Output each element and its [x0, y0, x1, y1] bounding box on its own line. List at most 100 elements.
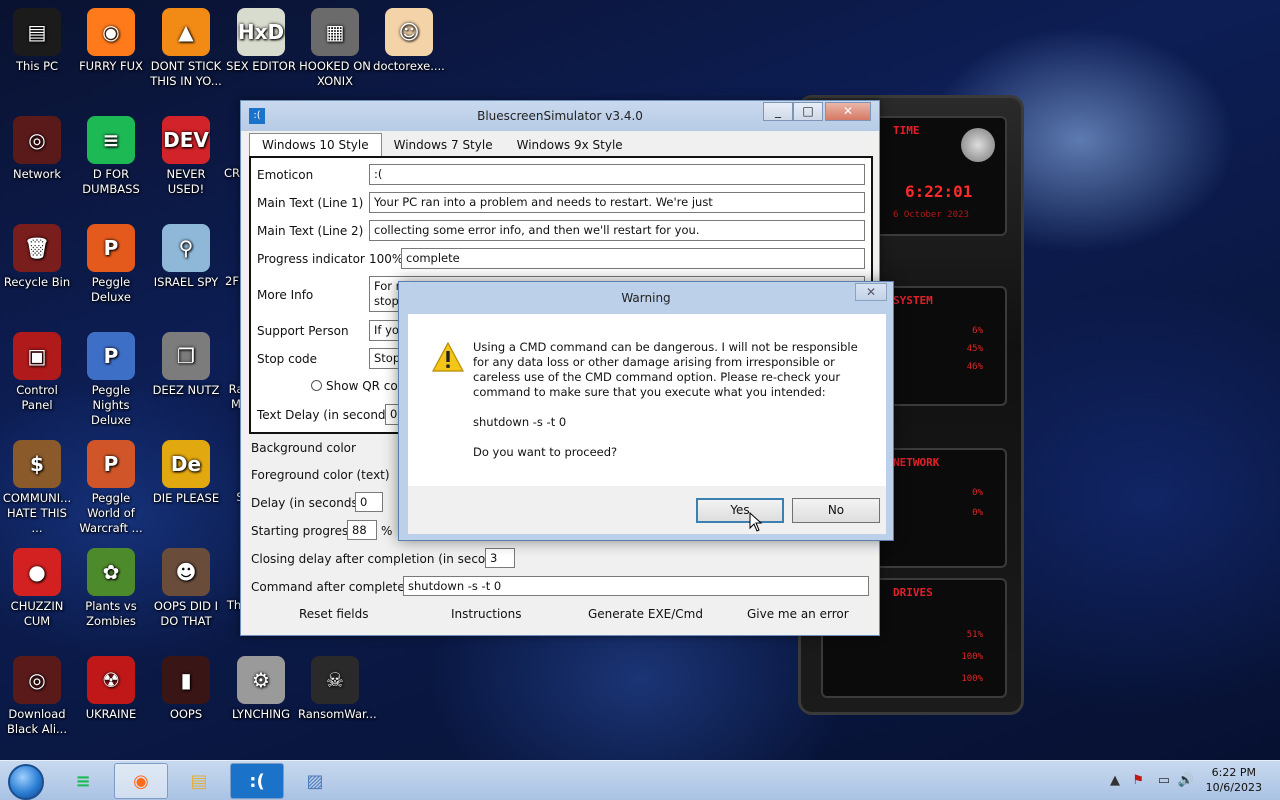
- desktop-icon[interactable]: HxD SEX EDITOR: [224, 8, 298, 74]
- desktop-app-icon: 🗑: [13, 224, 61, 272]
- desktop-icon[interactable]: ≡ D FOR DUMBASS: [74, 116, 148, 197]
- desktop-icon-label: NEVER USED!: [166, 167, 206, 196]
- desktop-icon[interactable]: P Peggle Nights Deluxe: [74, 332, 148, 428]
- action-center-flag-icon[interactable]: ⚑: [1132, 773, 1144, 788]
- tab-windows-10-style[interactable]: Windows 10 Style: [249, 133, 382, 157]
- desktop-icon[interactable]: ◉ FURRY FUX: [74, 8, 148, 74]
- desktop-icon[interactable]: ◎ Download Black Ali...: [0, 656, 74, 737]
- desktop-icon-label: COMMUNI... HATE THIS ...: [2, 491, 72, 535]
- taskbar-explorer-button[interactable]: ▤: [172, 763, 226, 799]
- desktop-icon[interactable]: ▮ OOPS: [149, 656, 223, 722]
- desktop-icon[interactable]: ☢ UKRAINE: [74, 656, 148, 722]
- dialog-command-text: shutdown -s -t 0: [473, 415, 567, 429]
- desktop-app-icon: ▣: [13, 332, 61, 380]
- dialog-body: Using a CMD command can be dangerous. I …: [408, 314, 886, 486]
- support-person-label: Support Person: [257, 324, 349, 338]
- background-color-label: Background color: [251, 441, 356, 455]
- show-hidden-icons-icon[interactable]: ▲: [1110, 773, 1120, 788]
- dialog-message: Using a CMD command can be dangerous. I …: [473, 340, 868, 460]
- tab-windows-9x-style[interactable]: Windows 9x Style: [505, 135, 635, 157]
- desktop-icon[interactable]: ● CHUZZIN CUM: [0, 548, 74, 629]
- desktop-icon[interactable]: 🗑 Recycle Bin: [0, 224, 74, 290]
- desktop-icon-label: Peggle World of Warcraft ...: [79, 491, 143, 535]
- start-button[interactable]: [8, 764, 44, 800]
- desktop-icon-label: UKRAINE: [85, 707, 137, 721]
- dialog-warning-text: Using a CMD command can be dangerous. I …: [473, 340, 858, 399]
- desktop-icon-label: SEX EDITOR: [226, 59, 296, 73]
- minimize-button[interactable]: _: [763, 102, 793, 121]
- maximize-button[interactable]: □: [793, 102, 823, 121]
- emoticon-label: Emoticon: [257, 168, 314, 182]
- drive-c-percent: 51%: [966, 630, 983, 640]
- desktop-icon[interactable]: P Peggle Deluxe: [74, 224, 148, 305]
- desktop-icon-label: DONT STICK THIS IN YO...: [150, 59, 222, 88]
- desktop-icon[interactable]: ☻ OOPS DID I DO THAT: [149, 548, 223, 629]
- desktop-app-icon: ☻: [162, 548, 210, 596]
- desktop-app-icon: ≡: [87, 116, 135, 164]
- tab-windows-7-style[interactable]: Windows 7 Style: [382, 135, 505, 157]
- desktop-app-icon: ☺: [385, 8, 433, 56]
- desktop-icon-label: HOOKED ON XONIX: [299, 59, 371, 88]
- taskbar-spotify-button[interactable]: ≡: [56, 763, 110, 799]
- more-info-label: More Info: [257, 288, 314, 302]
- desktop-app-icon: ☠: [311, 656, 359, 704]
- main-text-line1-input[interactable]: Your PC ran into a problem and needs to …: [369, 192, 865, 213]
- desktop-icon-label-partial[interactable]: 2F: [224, 274, 240, 289]
- no-button[interactable]: No: [792, 498, 880, 523]
- give-me-an-error-button[interactable]: Give me an error: [747, 607, 849, 621]
- desktop-icon[interactable]: ▲ DONT STICK THIS IN YO...: [149, 8, 223, 89]
- desktop-icon-label: doctorexe....: [373, 59, 445, 73]
- desktop-icon[interactable]: ☺ doctorexe....: [372, 8, 446, 74]
- desktop-icon-label-partial[interactable]: CR: [224, 166, 240, 181]
- network-panel-title: NETWORK: [893, 456, 940, 469]
- delay-input[interactable]: 0: [355, 492, 383, 512]
- desktop-icon[interactable]: ❐ DEEZ NUTZ: [149, 332, 223, 398]
- starting-progress-label: Starting progress: [251, 524, 355, 538]
- progress-indicator-label: Progress indicator: [257, 252, 365, 266]
- desktop-icon[interactable]: De DIE PLEASE: [149, 440, 223, 506]
- emoticon-input[interactable]: :(: [369, 164, 865, 185]
- desktop-icon-label: Control Panel: [16, 383, 58, 412]
- progress-indicator-input[interactable]: complete: [401, 248, 865, 269]
- desktop-app-icon: ✿: [87, 548, 135, 596]
- taskbar-taskmanager-button[interactable]: ▨: [288, 763, 342, 799]
- desktop-icon[interactable]: DEV NEVER USED!: [149, 116, 223, 197]
- desktop-icon[interactable]: ▣ Control Panel: [0, 332, 74, 413]
- close-button[interactable]: ✕: [825, 102, 871, 121]
- dialog-button-bar: Yes No: [408, 486, 886, 534]
- instructions-button[interactable]: Instructions: [451, 607, 521, 621]
- desktop-icon[interactable]: ⚙ LYNCHING: [224, 656, 298, 722]
- desktop-icon[interactable]: ☠ RansomWar...: [298, 656, 377, 722]
- taskbar-bluescreensimulator-button[interactable]: :(: [230, 763, 284, 799]
- desktop-icon[interactable]: ⚲ ISRAEL SPY: [149, 224, 223, 290]
- desktop-icon-label: DIE PLEASE: [152, 491, 220, 505]
- window-titlebar[interactable]: :( BluescreenSimulator v3.4.0 _ □ ✕: [241, 101, 879, 131]
- desktop-app-icon: DEV: [162, 116, 210, 164]
- qr-radio-icon[interactable]: [311, 380, 322, 391]
- desktop-icon[interactable]: ✿ Plants vs Zombies: [74, 548, 148, 629]
- taskbar: ≡ ◉ ▤:(▨ ▲ ⚑ ▭ 🔊 6:22 PM 10/6/2023: [0, 760, 1280, 800]
- desktop-icon[interactable]: ▦ HOOKED ON XONIX: [298, 8, 372, 89]
- starting-progress-input[interactable]: 88: [347, 520, 377, 540]
- desktop-app-icon: ●: [13, 548, 61, 596]
- desktop-app-icon: ▮: [162, 656, 210, 704]
- main-text-line2-input[interactable]: collecting some error info, and then we'…: [369, 220, 865, 241]
- yes-button[interactable]: Yes: [696, 498, 784, 523]
- reset-fields-button[interactable]: Reset fields: [299, 607, 368, 621]
- desktop-app-icon: ◉: [87, 8, 135, 56]
- generate-exe-cmd-button[interactable]: Generate EXE/Cmd: [588, 607, 703, 621]
- desktop-icon[interactable]: $ COMMUNI... HATE THIS ...: [0, 440, 74, 536]
- command-after-complete-input[interactable]: shutdown -s -t 0: [403, 576, 869, 596]
- desktop-icon[interactable]: ◎ Network: [0, 116, 74, 182]
- system-panel-title: SYSTEM: [893, 294, 933, 307]
- closing-delay-input[interactable]: 3: [485, 548, 515, 568]
- warning-icon: [432, 342, 464, 372]
- desktop-icon[interactable]: P Peggle World of Warcraft ...: [74, 440, 148, 536]
- desktop-icon-label: OOPS: [169, 707, 203, 721]
- dialog-close-button[interactable]: ✕: [855, 283, 887, 301]
- network-tray-icon[interactable]: ▭: [1158, 773, 1170, 788]
- desktop-icon[interactable]: ▤ This PC: [0, 8, 74, 74]
- taskbar-firefox-button[interactable]: ◉: [114, 763, 168, 799]
- volume-tray-icon[interactable]: 🔊: [1178, 773, 1194, 788]
- taskbar-clock[interactable]: 6:22 PM 10/6/2023: [1206, 765, 1262, 795]
